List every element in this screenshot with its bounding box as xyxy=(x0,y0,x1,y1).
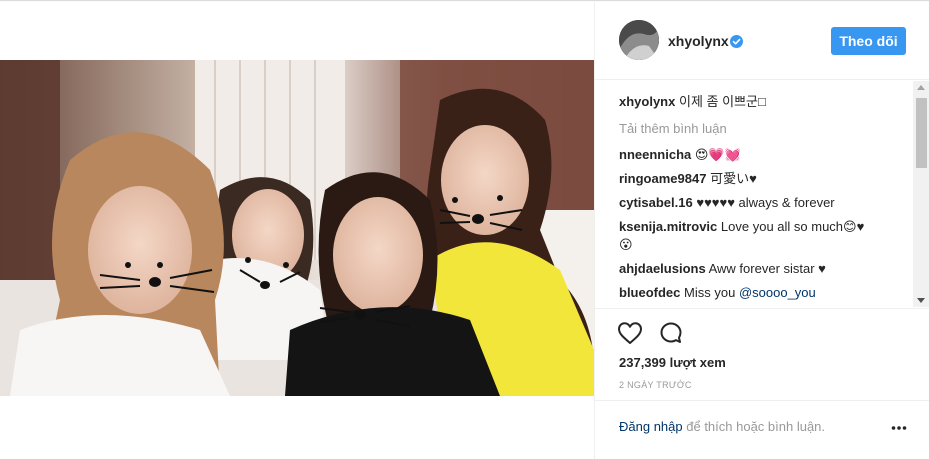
caption-text: 이제 좀 이쁘군□ xyxy=(678,94,766,109)
follow-button[interactable]: Theo dõi xyxy=(831,27,906,55)
post-header: xhyolynx Theo dõi xyxy=(595,2,929,80)
view-count[interactable]: 237,399 lượt xem xyxy=(619,355,726,370)
login-prompt-rest: để thích hoặc bình luận. xyxy=(686,419,826,434)
comment-item: cytisabel.16 ♥♥♥♥♥ always & forever xyxy=(619,194,889,212)
post-actions: 237,399 lượt xem 2 NGÀY TRƯỚC xyxy=(595,308,929,400)
avatar[interactable] xyxy=(619,20,659,60)
login-prompt: Đăng nhập để thích hoặc bình luận. xyxy=(595,400,929,459)
comment-text-continued: 😮 xyxy=(619,237,633,252)
comment-username[interactable]: ringoame9847 xyxy=(619,171,706,186)
comment-text: Miss you xyxy=(684,285,736,300)
comment-username[interactable]: ksenija.mitrovic xyxy=(619,219,717,234)
post-sidebar: xhyolynx Theo dõi xhyolynx 이제 좀 이쁘군□ Tải… xyxy=(594,2,929,459)
comment-username[interactable]: blueofdec xyxy=(619,285,680,300)
comment-text: Aww forever sistar ♥ xyxy=(708,261,826,276)
caption-username[interactable]: xhyolynx xyxy=(619,94,675,109)
scrollbar-thumb[interactable] xyxy=(916,98,927,168)
comments-scrollbar[interactable] xyxy=(913,81,929,307)
verified-badge-icon xyxy=(730,35,743,48)
comment-mention-link[interactable]: @soooo_you xyxy=(739,285,816,300)
post-photo[interactable] xyxy=(0,60,594,396)
caption: xhyolynx 이제 좀 이쁘군□ xyxy=(619,93,889,111)
scroll-up-arrow-icon[interactable] xyxy=(917,85,925,90)
post-timestamp[interactable]: 2 NGÀY TRƯỚC xyxy=(619,380,692,390)
comment-username[interactable]: ahjdaelusions xyxy=(619,261,706,276)
load-more-comments-link[interactable]: Tải thêm bình luận xyxy=(619,121,727,136)
top-border xyxy=(0,0,929,1)
comment-text: Love you all so much😊♥ xyxy=(720,219,865,234)
comment-text: ♥♥♥♥♥ always & forever xyxy=(696,195,835,210)
comment-item: nneennicha 😍💗💓 xyxy=(619,146,889,164)
comment-bubble-icon[interactable] xyxy=(659,321,683,345)
login-prompt-text: Đăng nhập để thích hoặc bình luận. xyxy=(619,419,825,434)
comment-item: ahjdaelusions Aww forever sistar ♥ xyxy=(619,260,889,278)
more-options-icon[interactable] xyxy=(891,425,907,431)
comment-username[interactable]: nneennicha xyxy=(619,147,691,162)
comments-list[interactable]: xhyolynx 이제 좀 이쁘군□ Tải thêm bình luận nn… xyxy=(595,81,929,307)
heart-icon[interactable] xyxy=(617,321,643,345)
comment-text: 😍💗💓 xyxy=(694,147,741,162)
login-link[interactable]: Đăng nhập xyxy=(619,419,683,434)
comment-username[interactable]: cytisabel.16 xyxy=(619,195,693,210)
header-username[interactable]: xhyolynx xyxy=(668,33,729,49)
comment-item: ringoame9847 可愛い♥ xyxy=(619,170,889,188)
scroll-down-arrow-icon[interactable] xyxy=(917,298,925,303)
comment-item: blueofdec Miss you @soooo_you xyxy=(619,284,889,302)
photo-illustration xyxy=(0,60,594,396)
comment-text: 可愛い♥ xyxy=(710,171,757,186)
avatar-image xyxy=(619,20,659,60)
comment-item: ksenija.mitrovic Love you all so much😊♥ … xyxy=(619,218,889,254)
post-media-container xyxy=(0,2,594,459)
